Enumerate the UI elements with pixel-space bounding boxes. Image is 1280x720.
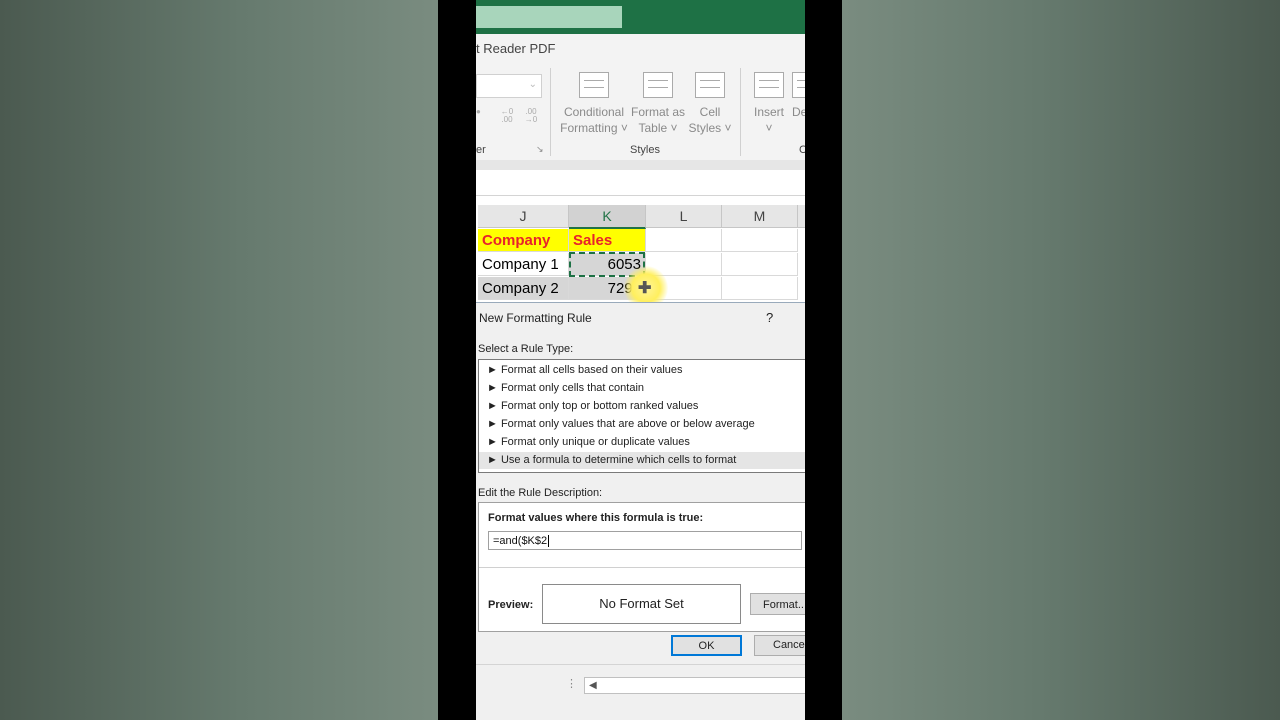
formula-input[interactable]: =and($K$2 [488, 531, 802, 550]
cell-empty[interactable] [722, 253, 798, 276]
cell-styles-button[interactable]: Cell Styles ˅ [686, 72, 734, 136]
horizontal-scrollbar[interactable]: ◀ [584, 677, 805, 694]
ok-button[interactable]: OK [671, 635, 742, 656]
rule-type-item[interactable]: ► Format only cells that contain [479, 380, 805, 397]
rule-type-item[interactable]: ► Format only unique or duplicate values [479, 434, 805, 451]
format-button[interactable]: Format... [750, 593, 805, 615]
video-background-left [0, 0, 438, 720]
new-formatting-rule-dialog: New Formatting Rule ? Select a Rule Type… [476, 302, 805, 665]
group-separator [740, 68, 741, 156]
tab-reader-pdf[interactable]: t Reader PDF [476, 41, 555, 56]
title-bar [476, 0, 805, 34]
column-header-k[interactable]: K [569, 205, 646, 229]
cell-company-1[interactable]: Company 1 [478, 253, 569, 276]
accounting-icon[interactable]: ● [476, 108, 481, 116]
ribbon-bottom-edge [476, 160, 805, 170]
dialog-title: New Formatting Rule [479, 311, 592, 325]
column-header-l[interactable]: L [646, 205, 722, 228]
title-search-box[interactable] [476, 6, 622, 28]
cancel-button[interactable]: Cance [754, 635, 805, 656]
group-separator [550, 68, 551, 156]
preview-label: Preview: [488, 599, 534, 611]
decrease-decimal-icon[interactable]: .00 →0 [522, 108, 540, 124]
rule-type-item-selected[interactable]: ► Use a formula to determine which cells… [479, 452, 805, 469]
conditional-formatting-label-2: Formatting ˅ [560, 121, 628, 135]
preview-box: No Format Set [542, 584, 741, 624]
cell-cursor-icon: ✚ [638, 280, 652, 297]
ribbon-tabs: t Reader PDF [476, 34, 805, 64]
divider [479, 567, 805, 568]
cell-styles-label-1: Cell [699, 105, 721, 119]
video-background-right [842, 0, 1280, 720]
cell-sales-header[interactable]: Sales [569, 229, 646, 252]
scroll-left-icon[interactable]: ◀ [589, 678, 597, 693]
cell-empty[interactable] [722, 229, 798, 252]
number-format-dropdown[interactable]: ⌄ [476, 74, 542, 98]
cell-company-2[interactable]: Company 2 [478, 277, 569, 300]
rule-type-item[interactable]: ► Format only top or bottom ranked value… [479, 398, 805, 415]
styles-group-label: Styles [630, 144, 660, 156]
rule-type-item[interactable]: ► Format only values that are above or b… [479, 416, 805, 433]
column-header-n[interactable] [798, 205, 805, 228]
format-as-table-icon [643, 72, 673, 98]
conditional-formatting-button[interactable]: Conditional Formatting ˅ [558, 72, 630, 136]
delete-label: De [792, 105, 805, 119]
column-header-j[interactable]: J [478, 205, 569, 228]
insert-chevron: ˅ [765, 121, 773, 135]
insert-button[interactable]: Insert ˅ [748, 72, 790, 136]
delete-cells-icon [792, 72, 805, 98]
insert-cells-icon [754, 72, 784, 98]
formula-text: =and($K$2 [493, 535, 548, 547]
insert-label: Insert [753, 105, 784, 119]
cell-company-header[interactable]: Company [478, 229, 569, 252]
text-caret [548, 535, 550, 548]
column-header-m[interactable]: M [722, 205, 798, 228]
number-group-label: er [476, 144, 486, 156]
letterbox-left [438, 0, 476, 720]
letterbox-right [805, 0, 842, 720]
increase-decimal-icon[interactable]: ←0.00 [498, 108, 516, 124]
format-as-table-button[interactable]: Format as Table ˅ [630, 72, 686, 136]
cell-styles-icon [695, 72, 725, 98]
format-as-table-label-1: Format as [630, 105, 685, 119]
conditional-formatting-label-1: Conditional [563, 105, 625, 119]
delete-button[interactable]: De [792, 72, 805, 120]
edit-description-label: Edit the Rule Description: [478, 487, 603, 499]
rule-type-item[interactable]: ► Format all cells based on their values [479, 362, 805, 379]
dialog-launcher-icon[interactable]: ↘ [536, 144, 544, 155]
rule-type-list: ► Format all cells based on their values… [478, 359, 805, 473]
cell-styles-label-2: Styles ˅ [688, 121, 732, 135]
chevron-down-icon: ⌄ [528, 79, 537, 90]
sheet-tabs-bar: ⋮ ◀ [476, 664, 805, 720]
help-icon[interactable]: ? [766, 310, 773, 325]
conditional-formatting-icon [579, 72, 609, 98]
formula-bar[interactable] [476, 170, 805, 196]
cells-group-label: C [799, 144, 805, 156]
rule-description-panel: Format values where this formula is true… [478, 502, 805, 632]
cell-empty[interactable] [646, 229, 722, 252]
select-rule-type-label: Select a Rule Type: [478, 343, 574, 355]
cell-empty[interactable] [722, 277, 798, 300]
sheet-tab-splitter-icon[interactable]: ⋮ [566, 677, 577, 690]
ribbon: ⌄ ● ←0.00 .00 →0 er ↘ Conditional Formatt… [476, 64, 805, 160]
formula-label: Format values where this formula is true… [488, 512, 704, 524]
format-as-table-label-2: Table ˅ [638, 121, 678, 135]
excel-window: t Reader PDF ⌄ ● ←0.00 .00 →0 er ↘ Condit… [476, 0, 805, 720]
